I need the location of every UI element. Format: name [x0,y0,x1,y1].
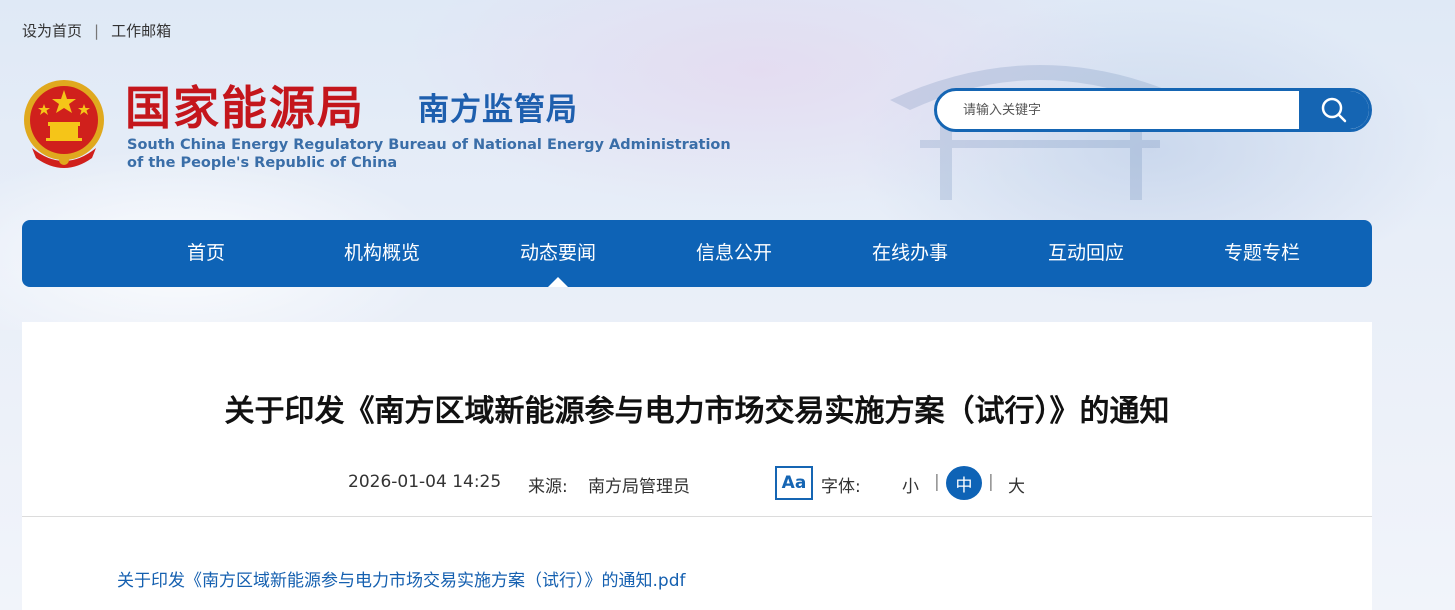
font-size-separator: | [934,472,940,492]
work-email-link[interactable]: 工作邮箱 [111,20,171,41]
publish-date: 2026-01-04 14:25 [348,472,502,492]
nav-item-organization[interactable]: 机构概览 [294,220,470,287]
nav-item-label: 机构概览 [343,242,420,264]
font-size-label: 字体: [821,477,861,497]
site-title-english-line2: of the People's Republic of China [127,155,398,171]
top-links: 设为首页 | 工作邮箱 [22,20,171,41]
nav-item-label: 首页 [186,242,225,264]
nav-item-online-service[interactable]: 在线办事 [822,220,998,287]
nav-item-interaction[interactable]: 互动回应 [998,220,1174,287]
main-nav: 首页 机构概览 动态要闻 信息公开 在线办事 互动回应 专题专栏 [22,220,1372,287]
nav-item-label: 互动回应 [1047,242,1124,264]
set-homepage-link[interactable]: 设为首页 [22,20,82,41]
nav-item-label: 在线办事 [871,242,948,264]
site-subtitle: 南方监管局 [418,92,578,128]
search-bar [934,88,1372,132]
article-panel: 关于印发《南方区域新能源参与电力市场交易实施方案（试行）》的通知 2026-01… [22,322,1372,610]
search-button[interactable] [1299,91,1369,129]
font-size-small-button[interactable]: 小 [902,472,919,497]
source-label: 来源: [528,477,568,497]
nav-item-topics[interactable]: 专题专栏 [1174,220,1350,287]
nav-item-label: 信息公开 [695,242,772,264]
nav-item-label: 专题专栏 [1223,242,1300,264]
divider [22,516,1372,517]
nav-item-label: 动态要闻 [519,242,596,264]
search-icon [1321,97,1347,123]
font-size-separator: | [988,472,994,492]
nav-item-news[interactable]: 动态要闻 [470,220,646,287]
article-meta: 2026-01-04 14:25 来源: 南方局管理员 Aa 字体: 小 | 中… [22,466,1372,502]
font-size-medium-button[interactable]: 中 [946,466,982,500]
font-size-icon: Aa [775,466,813,500]
site-title-english: South China Energy Regulatory Bureau of … [127,136,731,172]
top-links-separator: | [94,21,100,40]
national-emblem-icon[interactable] [22,78,106,168]
active-indicator-icon [548,277,568,287]
nav-item-home[interactable]: 首页 [118,220,294,287]
nav-item-disclosure[interactable]: 信息公开 [646,220,822,287]
attachment-link[interactable]: 关于印发《南方区域新能源参与电力市场交易实施方案（试行）》的通知.pdf [117,566,685,591]
article-title: 关于印发《南方区域新能源参与电力市场交易实施方案（试行）》的通知 [224,394,1170,429]
font-size-large-button[interactable]: 大 [1008,472,1025,497]
source-value: 南方局管理员 [588,477,690,497]
site-title-english-line1: South China Energy Regulatory Bureau of … [127,137,731,153]
search-input[interactable] [937,91,1299,129]
site-title: 国家能源局 [125,81,365,135]
